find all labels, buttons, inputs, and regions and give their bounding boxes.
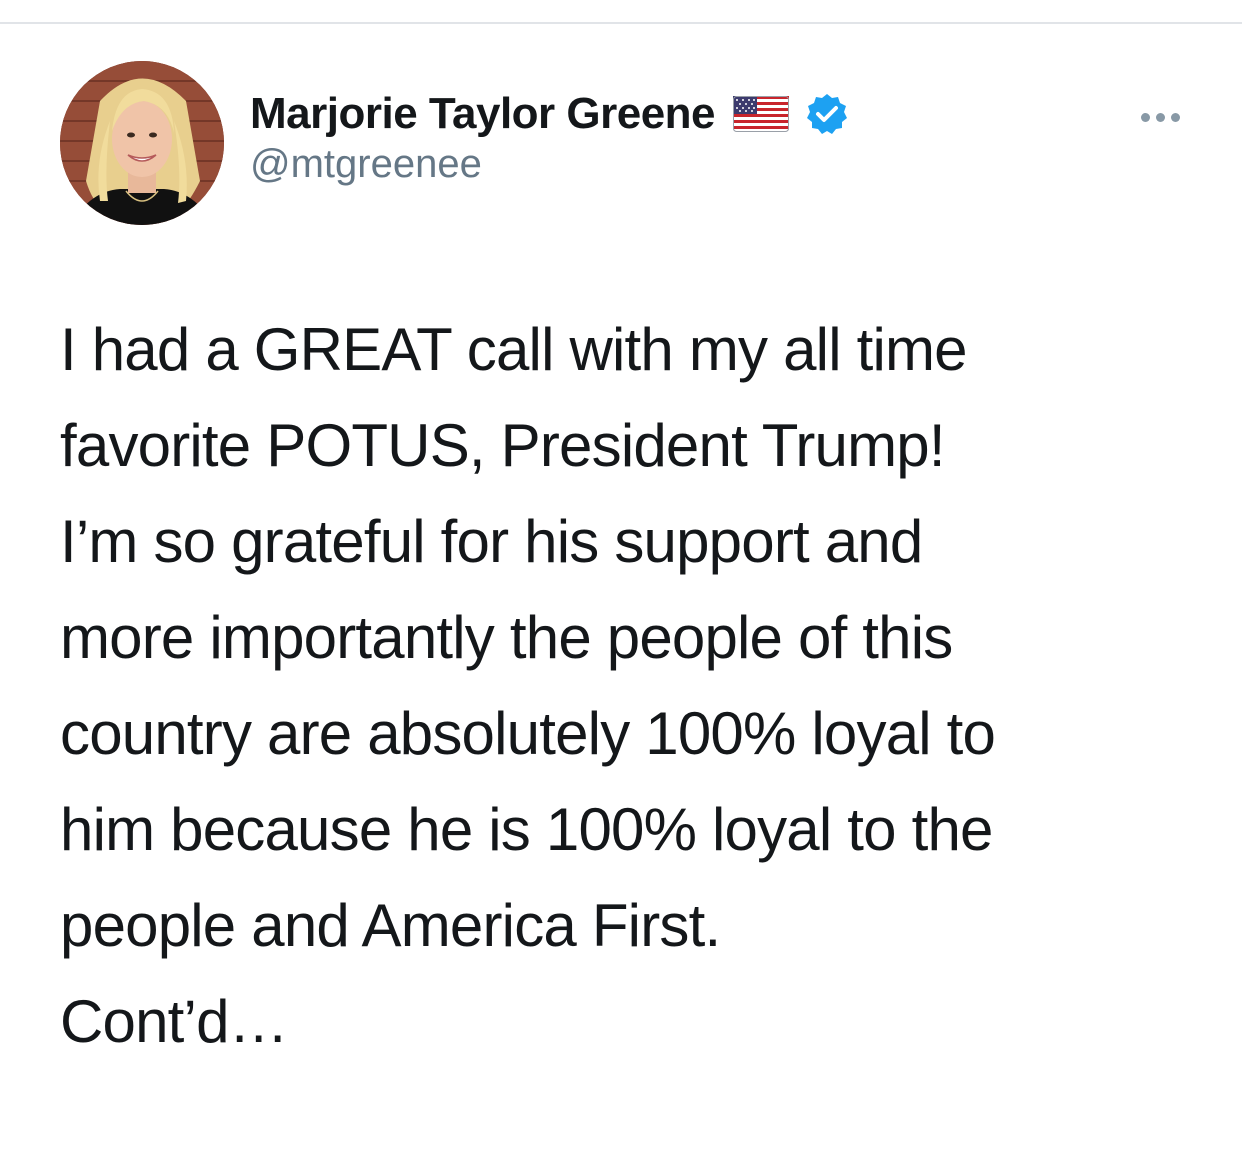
display-name[interactable]: Marjorie Taylor Greene	[250, 89, 716, 139]
tweet-paragraph: I’m so grateful for his support and more…	[60, 508, 996, 959]
tweet: Marjorie Taylor Greene @mtgreenee I had …	[0, 24, 1242, 1171]
author-header: Marjorie Taylor Greene @mtgreenee	[250, 86, 849, 187]
avatar[interactable]	[60, 61, 224, 225]
more-options-dot	[1155, 112, 1165, 122]
more-options-dot	[1170, 112, 1180, 122]
more-options-icon	[1140, 112, 1150, 122]
verified-badge-icon	[805, 92, 849, 136]
us-flag-icon	[733, 94, 790, 134]
tweet-paragraph: Cont’d…	[60, 988, 289, 1055]
name-row: Marjorie Taylor Greene	[250, 86, 849, 142]
avatar-image	[60, 61, 224, 225]
tweet-body: I had a GREAT call with my all time favo…	[60, 302, 1190, 1070]
tweet-paragraph: I had a GREAT call with my all time favo…	[60, 316, 968, 479]
more-options-button[interactable]	[1130, 102, 1190, 132]
user-handle[interactable]: @mtgreenee	[250, 142, 849, 187]
